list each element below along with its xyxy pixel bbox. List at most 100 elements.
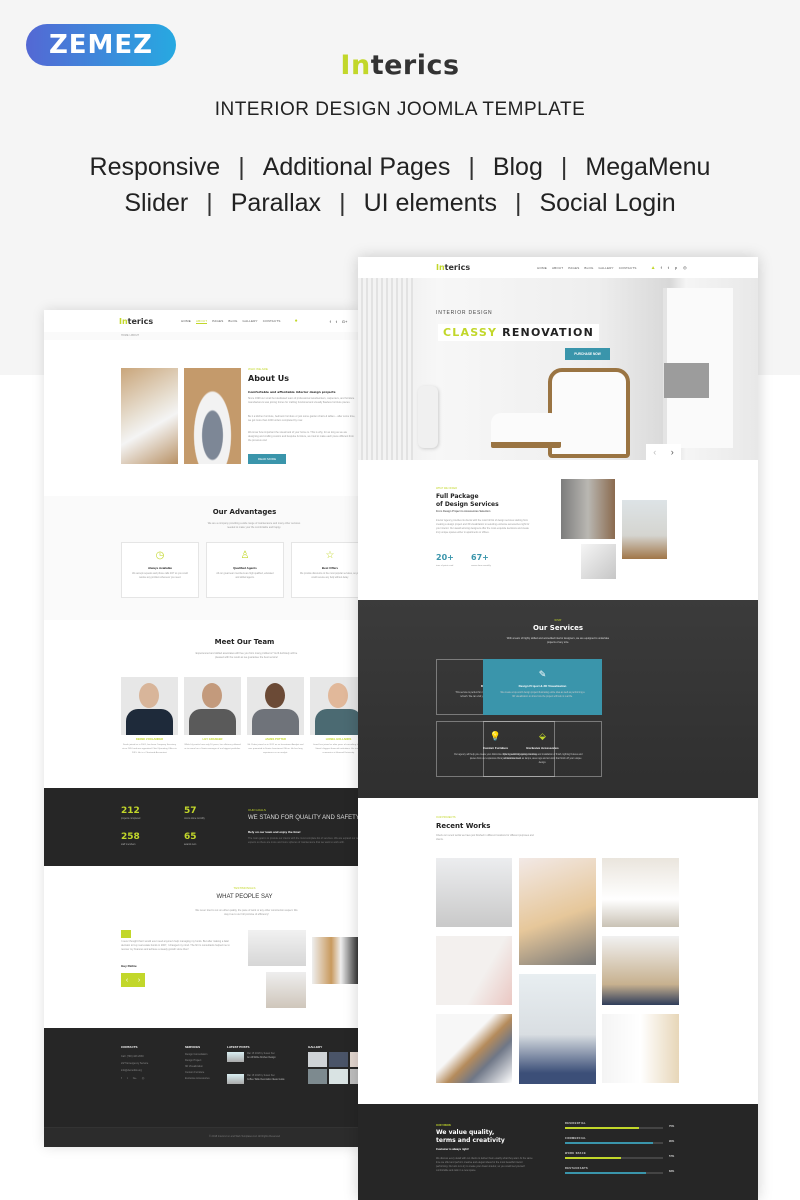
footer-service-link[interactable]: Exclusive Accessories (185, 1076, 210, 1082)
testimonial-image-1 (248, 930, 306, 966)
social-icon[interactable]: ◎ (683, 265, 687, 270)
left-logo[interactable]: Interics (119, 317, 153, 326)
social-icon[interactable]: t (668, 265, 669, 270)
left-nav-links: HOME ABOUT PAGES BLOG GALLERY CONTACTS (181, 319, 281, 324)
service-card[interactable]: ⬙ Exclusive Accessories Client-specific sh… (483, 721, 602, 777)
footer-social-icon[interactable]: t (127, 1076, 128, 1080)
skill-bar (565, 1142, 663, 1144)
social-icon[interactable]: f (330, 319, 331, 324)
nav-link-home[interactable]: HOME (181, 319, 191, 324)
hero-ottoman (491, 413, 561, 448)
right-nav-links: HOME ABOUT PAGES BLOG GALLERY CONTACTS (537, 266, 637, 270)
hero-slider-nav: ‹ › (646, 444, 681, 460)
nav-link-contacts[interactable]: CONTACTS (619, 266, 637, 270)
social-icon[interactable]: p (675, 265, 677, 270)
footer-social-icon[interactable]: f (121, 1076, 122, 1080)
team-name: JAMES POTTER (265, 738, 286, 741)
advantages-desc: We are a company providing a wide range … (207, 522, 301, 529)
feature-separator: | (238, 153, 245, 181)
nav-link-blog[interactable]: BLOG (584, 266, 593, 270)
team-photo (121, 677, 178, 735)
team-photo (184, 677, 241, 735)
about-paragraph-3: We know how important the visual look of… (248, 431, 354, 442)
brand-title: Interics (0, 50, 800, 81)
footer-posts-title: LATEST POSTS (227, 1045, 250, 1049)
gallery-thumb[interactable] (308, 1052, 327, 1067)
offer-subtitle: From Design Project to Accessories Selec… (436, 510, 491, 513)
skill-label: WORK SPACE (565, 1152, 587, 1155)
team-bio: While Lily works here only 10 years, her… (184, 744, 241, 750)
user-icon[interactable]: ● (295, 318, 298, 324)
prev-arrow[interactable]: ‹ (126, 977, 128, 984)
nav-link-about[interactable]: ABOUT (552, 266, 563, 270)
work-image[interactable] (436, 936, 512, 1005)
feature-item: Additional Pages (262, 153, 451, 181)
footer-social-icon[interactable]: ◎ (142, 1076, 145, 1080)
nav-link-pages[interactable]: PAGES (212, 319, 223, 324)
testimonials-title: WHAT PEOPLE SAY (216, 894, 273, 900)
team-photo (310, 677, 360, 735)
nav-link-about[interactable]: ABOUT (195, 319, 208, 324)
team-body (189, 709, 236, 735)
team-bio: Lionel has joined us after years of cons… (312, 744, 360, 754)
hero-next-arrow[interactable]: › (671, 447, 674, 457)
offer-title: Full Package of Design Services (436, 493, 499, 508)
hero-kicker: INTERIOR DESIGN (436, 310, 493, 316)
gallery-thumb[interactable] (308, 1069, 327, 1084)
left-nav: Interics HOME ABOUT PAGES BLOG GALLERY CONTAC… (44, 310, 360, 332)
nav-link-contacts[interactable]: CONTACTS (263, 319, 281, 324)
skill-bar-fill (565, 1157, 621, 1159)
hero-title: CLASSY RENOVATION (438, 324, 599, 341)
offer-stat-label: tons of paint used (436, 565, 454, 567)
work-image[interactable] (436, 1014, 512, 1083)
about-image-1 (121, 368, 178, 464)
footer-contact-item: info@demolink.org (121, 1069, 142, 1072)
nav-link-home[interactable]: HOME (537, 266, 547, 270)
hero-bed (664, 363, 709, 398)
feature-item: Slider (124, 189, 189, 217)
nav-link-blog[interactable]: BLOG (228, 319, 237, 324)
work-image[interactable] (602, 858, 679, 927)
skill-percent: 83% (669, 1170, 675, 1173)
gallery-thumb[interactable] (329, 1052, 348, 1067)
footer-gallery (308, 1052, 360, 1084)
hero-prev-arrow[interactable]: ‹ (653, 447, 656, 457)
gallery-thumb[interactable] (329, 1069, 348, 1084)
hero-curtain (358, 278, 413, 460)
social-icon[interactable]: t (336, 319, 337, 324)
work-image[interactable] (519, 974, 596, 1084)
nav-link-pages[interactable]: PAGES (568, 266, 579, 270)
team-body (252, 709, 299, 735)
skill-percent: 75% (669, 1125, 675, 1128)
advantage-card: ◷ Always Available We accept requests and … (121, 542, 199, 598)
work-image[interactable] (602, 1014, 679, 1083)
team-head (202, 683, 222, 708)
services-desc: With a team of highly skilled and accred… (506, 637, 610, 644)
testimonial-nav: ‹ › (121, 973, 145, 987)
footer-post[interactable]: Mar 15 2018 by Susan Sier An All-White Ki… (227, 1052, 302, 1062)
about-kicker: WHO WE ARE (248, 367, 268, 371)
footer-social-icon[interactable]: G+ (133, 1076, 137, 1080)
next-arrow[interactable]: › (138, 977, 140, 984)
clock-icon: ◷ (155, 550, 165, 561)
right-logo[interactable]: Interics (436, 263, 470, 272)
advantages-title: Our Advantages (212, 508, 277, 516)
purchase-now-button[interactable]: PURCHASE NOW (565, 348, 610, 360)
footer-contact-item: Call: (790) 443 2630 (121, 1055, 144, 1058)
nav-link-gallery[interactable]: GALLERY (243, 319, 258, 324)
testimonials-desc: We never tried to cut on either quality,… (195, 909, 298, 916)
vision-kicker: OUR VISION (436, 1124, 451, 1127)
social-icon[interactable]: G+ (342, 319, 347, 324)
service-text: We create a top-notch design project ill… (500, 692, 585, 698)
work-image[interactable] (602, 936, 679, 1005)
services-title: Our Services (532, 624, 584, 632)
user-icon[interactable]: ▲ (651, 265, 656, 271)
work-image[interactable] (519, 858, 596, 965)
work-image[interactable] (436, 858, 512, 927)
service-card[interactable]: ✎ Design Project & 3D Visualization We cre… (483, 659, 602, 715)
nav-link-gallery[interactable]: GALLERY (599, 266, 614, 270)
footer-post[interactable]: Mar 15 2018 by Susan Sier Coffee Table De… (227, 1074, 302, 1084)
read-more-button[interactable]: READ MORE (248, 454, 286, 464)
social-icon[interactable]: f (661, 265, 662, 270)
stat-value: 212 (121, 806, 140, 816)
